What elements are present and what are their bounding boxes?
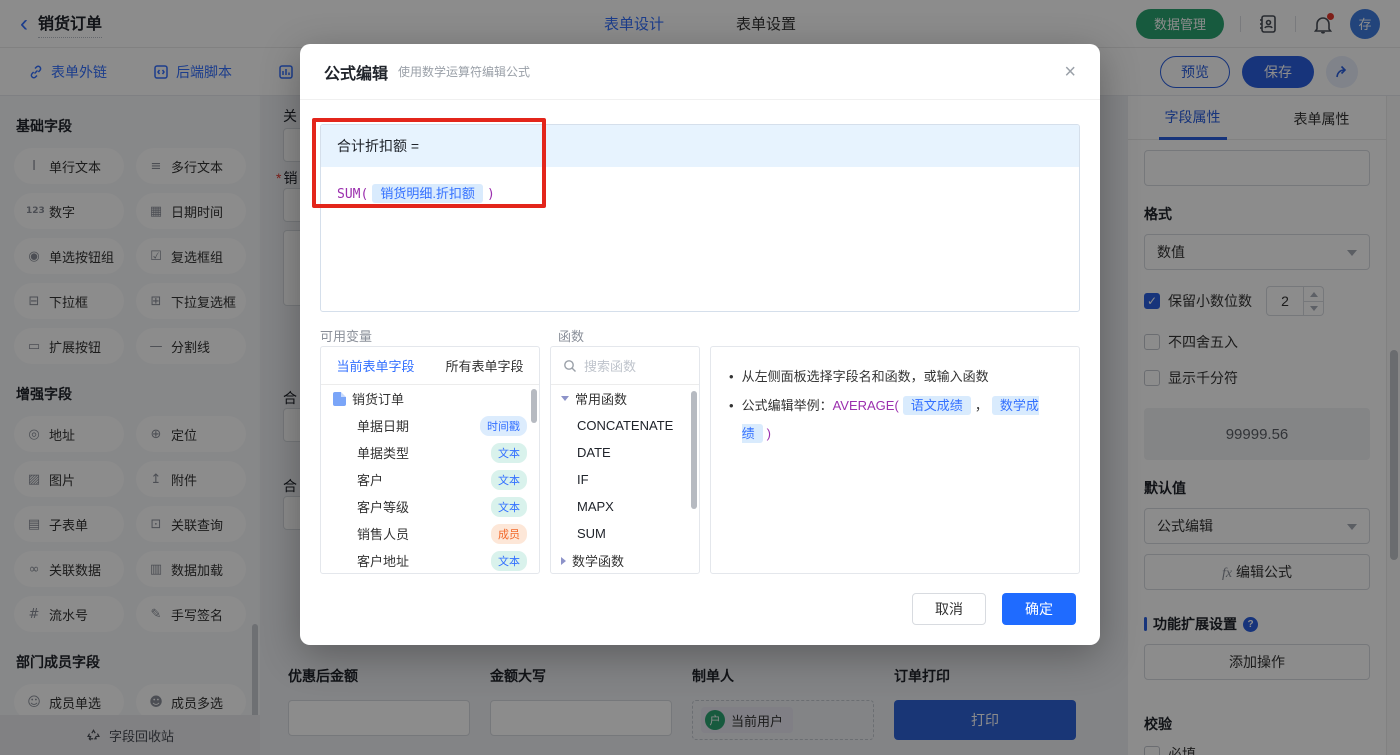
variables-root[interactable]: 销货订单 [321,385,539,412]
bullet-icon: • [729,363,734,392]
type-badge: 文本 [491,497,527,517]
example-function: AVERAGE( [833,398,899,413]
modal-title: 公式编辑 [324,60,388,84]
search-icon [563,359,577,373]
chevron-right-icon [561,557,566,565]
help-line-2: • 公式编辑举例：AVERAGE(语文成绩，数学成绩) [729,392,1061,449]
variable-name: 客户等级 [351,497,491,516]
close-icon[interactable]: × [1064,62,1076,82]
variables-tabs: 当前表单字段 所有表单字段 [321,347,539,385]
type-badge: 文本 [491,551,527,571]
function-name: MAPX [577,499,614,514]
tab-all-form-fields[interactable]: 所有表单字段 [445,356,523,375]
variable-item[interactable]: 客户等级文本 [321,493,539,520]
variable-item[interactable]: 客户地址文本 [321,547,539,574]
variables-scrollbar[interactable] [531,389,537,423]
formula-editor-area[interactable]: 合计折扣额 = SUM( 销货明细.折扣额) [320,124,1080,312]
formula-function-close: ) [487,187,495,202]
function-name: IF [577,472,589,487]
function-group-common[interactable]: 常用函数 [551,385,699,412]
modal-subtitle: 使用数学运算符编辑公式 [398,63,530,80]
modal-footer: 取消 确定 [912,593,1076,625]
function-name: DATE [577,445,611,460]
chevron-down-icon [561,396,569,401]
formula-target: 合计折扣额 [337,136,407,156]
type-badge: 文本 [491,470,527,490]
variables-panel: 当前表单字段 所有表单字段 销货订单 单据日期时间戳 单据类型文本 客户文本 客… [320,346,540,574]
functions-scrollbar[interactable] [691,391,697,509]
variable-name: 客户地址 [351,551,491,570]
function-search[interactable]: 搜索函数 [551,347,699,385]
formula-target-bar: 合计折扣额 = [321,125,1079,167]
variable-name: 单据类型 [351,443,491,462]
variable-item[interactable]: 单据类型文本 [321,439,539,466]
comma: ， [975,398,988,413]
functions-label: 函数 [558,326,584,345]
type-badge: 成员 [491,524,527,544]
function-item[interactable]: MAPX [551,493,699,520]
function-name: CONCATENATE [577,418,673,433]
tab-current-form-fields[interactable]: 当前表单字段 [336,356,414,375]
modal-header: 公式编辑 使用数学运算符编辑公式 × [300,44,1100,100]
root-label: 销货订单 [346,389,527,408]
function-item[interactable]: CONCATENATE [551,412,699,439]
bullet-icon: • [729,392,734,449]
search-placeholder: 搜索函数 [584,356,636,375]
form-doc-icon [333,392,346,406]
type-badge: 文本 [491,443,527,463]
function-item[interactable]: DATE [551,439,699,466]
help-line-1: • 从左侧面板选择字段名和函数，或输入函数 [729,363,1061,392]
group-label: 数学函数 [572,551,624,570]
help-panel: • 从左侧面板选择字段名和函数，或输入函数 • 公式编辑举例：AVERAGE( 语… [710,346,1080,574]
function-item[interactable]: SUM [551,520,699,547]
variable-item[interactable]: 销售人员成员 [321,520,539,547]
formula-editor-modal: 公式编辑 使用数学运算符编辑公式 × 合计折扣额 = SUM( 销货明细.折扣额)… [300,44,1100,645]
cancel-button[interactable]: 取消 [912,593,986,625]
field-chip[interactable]: 销货明细.折扣额 [372,184,483,203]
function-group-math[interactable]: 数学函数 [551,547,699,574]
example-close-paren: ) [767,426,771,441]
formula-expression[interactable]: SUM( 销货明细.折扣额) [321,167,1079,218]
variables-label: 可用变量 [320,326,372,345]
type-badge: 时间戳 [480,416,527,436]
help-text: 从左侧面板选择字段名和函数，或输入函数 [742,363,989,392]
formula-function-open: SUM( [337,187,368,202]
variable-item[interactable]: 客户文本 [321,466,539,493]
confirm-button[interactable]: 确定 [1002,593,1076,625]
variable-name: 销售人员 [351,524,491,543]
variable-name: 客户 [351,470,491,489]
group-label: 常用函数 [575,389,627,408]
functions-panel: 搜索函数 常用函数 CONCATENATE DATE IF MAPX SUM 数… [550,346,700,574]
equals-sign: = [411,138,419,154]
help-example-prefix: 公式编辑举例： [742,398,833,413]
variable-name: 单据日期 [351,416,480,435]
example-chip: 语文成绩 [903,396,971,415]
help-text: 公式编辑举例：AVERAGE(语文成绩，数学成绩) [742,392,1061,449]
function-item[interactable]: IF [551,466,699,493]
function-name: SUM [577,526,606,541]
variable-item[interactable]: 单据日期时间戳 [321,412,539,439]
